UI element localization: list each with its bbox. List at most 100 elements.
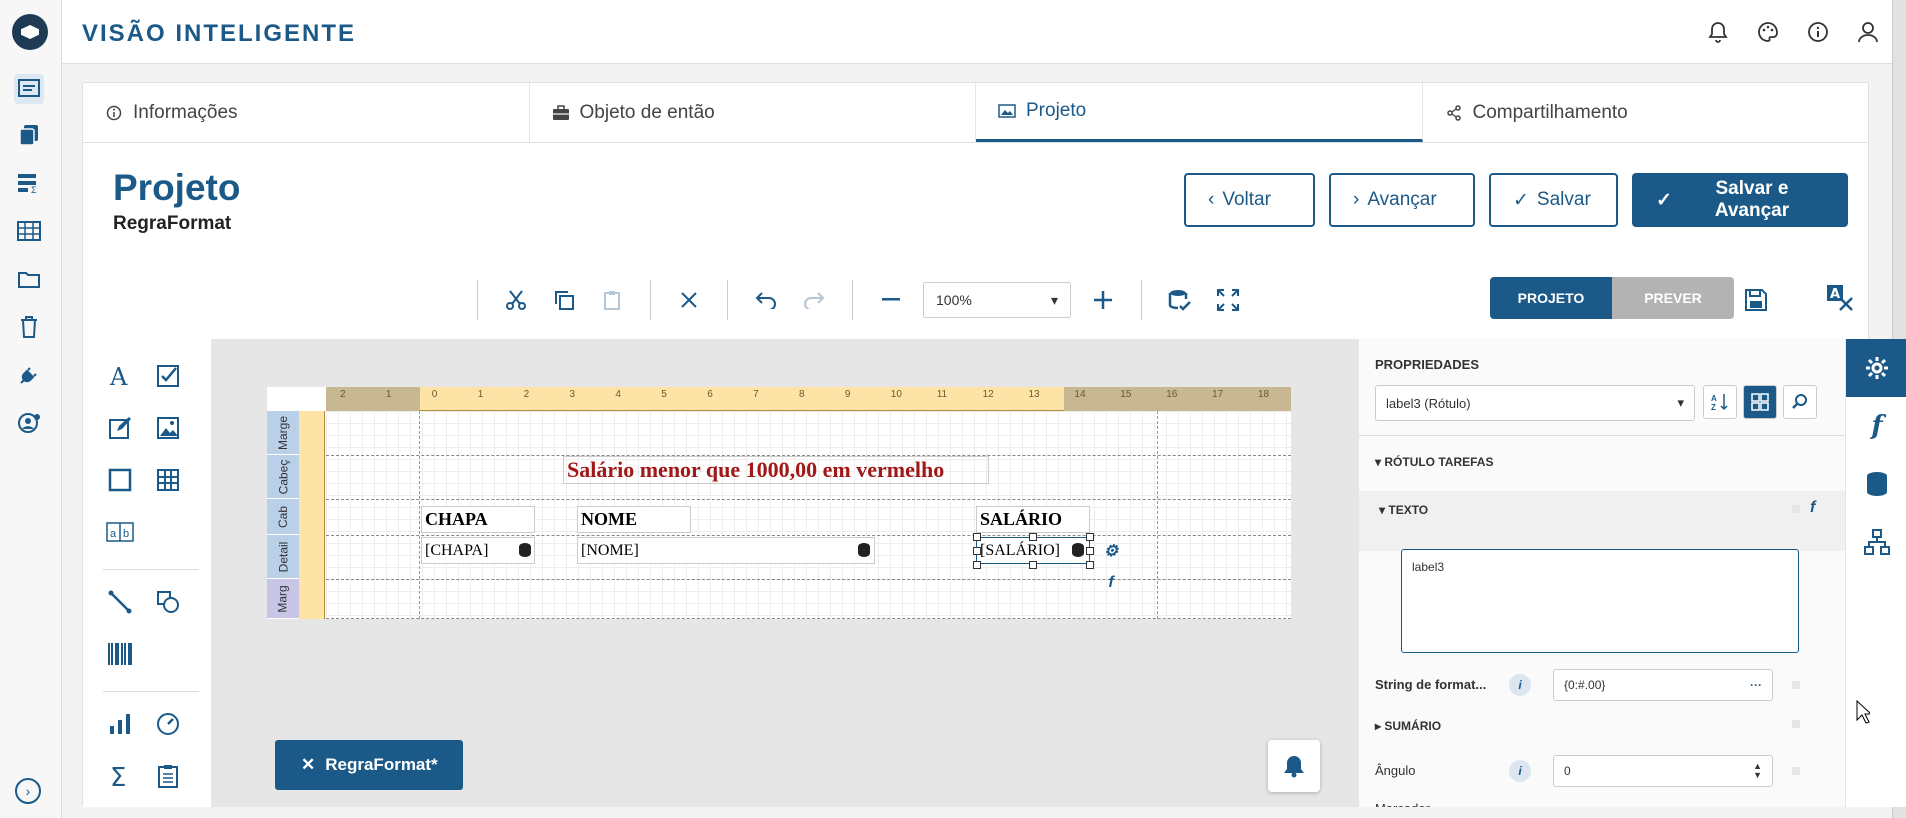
- tab-informacoes[interactable]: Informações: [83, 83, 530, 142]
- mode-preview-button[interactable]: PREVER: [1612, 277, 1734, 319]
- report-title-label[interactable]: Salário menor que 1000,00 em vermelho: [563, 456, 989, 484]
- header-salario[interactable]: SALÁRIO: [976, 506, 1090, 533]
- database-check-icon[interactable]: [1163, 283, 1197, 317]
- band-page-header[interactable]: Cab: [267, 499, 299, 535]
- ruler-number: 3: [569, 389, 576, 400]
- search-icon[interactable]: [1783, 385, 1817, 419]
- gear-icon[interactable]: [1846, 339, 1906, 397]
- info-icon[interactable]: [1804, 18, 1832, 46]
- notification-button[interactable]: [1268, 740, 1320, 792]
- rich-text-tool-icon[interactable]: [103, 411, 137, 445]
- redo-icon[interactable]: [797, 283, 831, 317]
- tab-compartilhamento[interactable]: Compartilhamento: [1423, 83, 1869, 142]
- hierarchy-icon[interactable]: [1846, 513, 1906, 571]
- expand-rail-button[interactable]: ›: [15, 778, 41, 804]
- trash-icon[interactable]: [14, 312, 44, 342]
- header-chapa[interactable]: CHAPA: [421, 506, 535, 533]
- section-sumario-header[interactable]: ▸ SUMÁRIO: [1375, 719, 1441, 733]
- table-tool-icon[interactable]: [151, 463, 185, 497]
- table-icon[interactable]: [14, 216, 44, 246]
- image-tool-icon[interactable]: [151, 411, 185, 445]
- database-icon[interactable]: [1846, 455, 1906, 513]
- component-select[interactable]: label3 (Rótulo) ▾: [1375, 385, 1695, 421]
- header-nome[interactable]: NOME: [577, 506, 691, 533]
- resize-handle[interactable]: [1086, 547, 1094, 555]
- panel-tool-icon[interactable]: [103, 463, 137, 497]
- report-icon[interactable]: [14, 74, 44, 104]
- tab-objeto[interactable]: Objeto de então: [530, 83, 976, 142]
- copy-icon[interactable]: [547, 283, 581, 317]
- translate-icon[interactable]: A: [1823, 281, 1857, 315]
- resize-handle[interactable]: [1029, 561, 1037, 569]
- report-canvas[interactable]: 2 1 0 1 2 3 4 5 6 7 8 9 10 11 12 13 14 15 16 17 18 Marge Cab…: [211, 339, 1358, 807]
- report-chip[interactable]: ✕ RegraFormat*: [275, 740, 463, 790]
- palette-icon[interactable]: [1754, 18, 1782, 46]
- section-text-header[interactable]: ▾ TEXTO: [1379, 503, 1428, 517]
- resize-handle[interactable]: [1029, 533, 1037, 541]
- field-chapa[interactable]: [CHAPA]: [421, 537, 535, 564]
- next-button[interactable]: › Avançar: [1329, 173, 1475, 227]
- info-icon: [105, 104, 123, 122]
- field-nome[interactable]: [NOME]: [577, 537, 875, 564]
- delete-icon[interactable]: [672, 283, 706, 317]
- cut-icon[interactable]: [499, 283, 533, 317]
- spinner-icon[interactable]: ▲ ▼: [1753, 762, 1762, 780]
- band-detail[interactable]: Detail: [267, 535, 299, 579]
- label-box-tool-icon[interactable]: ab: [103, 515, 137, 549]
- element-settings-icon[interactable]: ⚙: [1101, 541, 1121, 561]
- format-string-input[interactable]: {0:#.00} ···: [1553, 669, 1773, 701]
- user-icon[interactable]: [1854, 18, 1882, 46]
- barcode-tool-icon[interactable]: [103, 637, 137, 671]
- section-label-tasks[interactable]: ▾ RÓTULO TAREFAS: [1375, 455, 1493, 469]
- sort-az-icon[interactable]: AZ: [1703, 385, 1737, 419]
- close-icon[interactable]: ✕: [301, 755, 315, 775]
- gauge-tool-icon[interactable]: [151, 707, 185, 741]
- save-button[interactable]: ✓ Salvar: [1489, 173, 1618, 227]
- function-icon[interactable]: f: [1846, 397, 1906, 455]
- chart-tool-icon[interactable]: [103, 707, 137, 741]
- resize-handle[interactable]: [1086, 561, 1094, 569]
- mode-design-button[interactable]: PROJETO: [1490, 277, 1612, 319]
- resize-handle[interactable]: [973, 561, 981, 569]
- function-icon[interactable]: f: [1810, 499, 1815, 517]
- text-editor[interactable]: label3: [1401, 549, 1799, 653]
- paste-icon[interactable]: [595, 283, 629, 317]
- band-report-header[interactable]: Cabeç: [267, 455, 299, 499]
- plug-icon[interactable]: [14, 360, 44, 390]
- fullscreen-icon[interactable]: [1211, 283, 1245, 317]
- documents-icon[interactable]: [14, 120, 44, 150]
- resize-handle[interactable]: [973, 547, 981, 555]
- report-page[interactable]: 2 1 0 1 2 3 4 5 6 7 8 9 10 11 12 13 14 15 16 17 18 Marge Cab…: [267, 387, 1291, 619]
- info-icon[interactable]: i: [1509, 760, 1531, 782]
- resize-handle[interactable]: [973, 533, 981, 541]
- info-icon[interactable]: i: [1509, 674, 1531, 696]
- band-label: Cabeç: [276, 459, 290, 494]
- user-settings-icon[interactable]: [14, 408, 44, 438]
- save-next-button[interactable]: ✓ Salvar e Avançar: [1632, 173, 1848, 227]
- checkbox-tool-icon[interactable]: [151, 359, 185, 393]
- sum-tool-icon[interactable]: Σ: [103, 759, 137, 793]
- back-button[interactable]: ‹ Voltar: [1184, 173, 1315, 227]
- band-margin-top[interactable]: Marge: [267, 411, 299, 455]
- tab-projeto[interactable]: Projeto: [976, 83, 1423, 142]
- resize-handle[interactable]: [1086, 533, 1094, 541]
- save-disk-icon[interactable]: [1739, 283, 1773, 317]
- clipboard-tool-icon[interactable]: [151, 759, 185, 793]
- folder-icon[interactable]: [14, 264, 44, 294]
- line-tool-icon[interactable]: [103, 585, 137, 619]
- list-sum-icon[interactable]: Σ: [14, 168, 44, 198]
- zoom-out-icon[interactable]: [874, 283, 908, 317]
- text-tool-icon[interactable]: A: [103, 359, 137, 393]
- bell-icon[interactable]: [1704, 18, 1732, 46]
- ellipsis-icon[interactable]: ···: [1750, 678, 1762, 692]
- shape-tool-icon[interactable]: [151, 585, 185, 619]
- zoom-in-icon[interactable]: [1086, 283, 1120, 317]
- app-logo[interactable]: [12, 14, 48, 50]
- band-margin-bottom[interactable]: Marg: [267, 579, 299, 619]
- element-expression-icon[interactable]: f: [1101, 573, 1121, 593]
- zoom-select[interactable]: 100% ▾: [923, 282, 1071, 318]
- undo-icon[interactable]: [749, 283, 783, 317]
- angle-input[interactable]: 0 ▲ ▼: [1553, 755, 1773, 787]
- designer-toolbar: 100% ▾: [463, 278, 1563, 322]
- categorized-icon[interactable]: [1743, 385, 1777, 419]
